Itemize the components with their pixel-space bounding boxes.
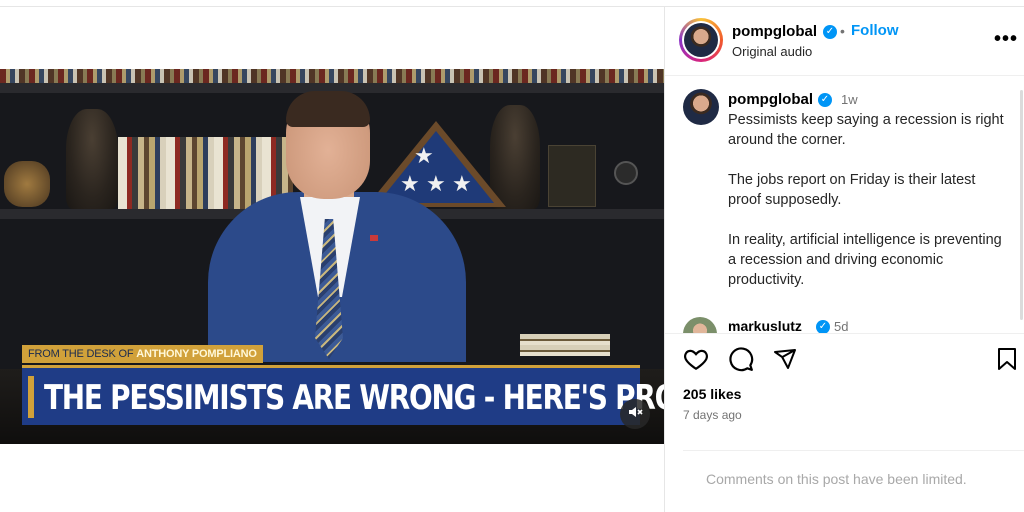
flag-star: ★ <box>400 171 420 196</box>
caption-username[interactable]: pompglobal <box>728 91 813 108</box>
desk-book-stack <box>520 334 610 356</box>
banner-title: THE PESSIMISTS ARE WRONG - HERE'S PROOF. <box>44 378 664 418</box>
like-button[interactable] <box>682 347 710 375</box>
panel-divider <box>664 6 665 512</box>
post-video[interactable]: ★ ★ ★ ★ FROM THE DESK OF ANTHONY POMPLIA… <box>0 69 664 444</box>
caption-paragraph: In reality, artificial intelligence is p… <box>728 232 1002 288</box>
banner-kicker-name: ANTHONY POMPLIANO <box>136 348 257 360</box>
separator-dot: • <box>840 23 845 39</box>
speaker-muted-icon <box>627 404 643 425</box>
caption-avatar[interactable] <box>683 89 719 125</box>
desk-globe <box>614 161 638 185</box>
boxed-book <box>548 145 596 207</box>
comments-scrollbar[interactable] <box>1020 90 1023 320</box>
share-icon <box>773 347 797 376</box>
comments-divider <box>683 450 1024 451</box>
verified-badge-icon: ✓ <box>816 320 830 333</box>
avatar-image <box>684 23 718 57</box>
caption-paragraph: The jobs report on Friday is their lates… <box>728 172 976 208</box>
comment-avatar[interactable] <box>683 317 717 333</box>
caption-paragraph: Pessimists keep saying a recession is ri… <box>728 112 1004 148</box>
flag-star: ★ <box>452 171 472 196</box>
flag-star: ★ <box>414 143 434 168</box>
actions-divider <box>665 333 1024 334</box>
heart-icon <box>683 346 709 377</box>
banner-title-bar: THE PESSIMISTS ARE WRONG - HERE'S PROOF. <box>22 365 664 425</box>
caption-text: Pessimists keep saying a recession is ri… <box>728 110 1004 310</box>
save-button[interactable] <box>993 347 1021 375</box>
comment-username[interactable]: markuslutz <box>728 318 802 333</box>
mute-button[interactable] <box>620 399 650 429</box>
presenter-hair <box>286 91 370 127</box>
header-username[interactable]: pompglobal <box>732 23 817 40</box>
more-options-icon[interactable]: ••• <box>994 28 1018 51</box>
comment-icon <box>728 346 754 377</box>
flag-pin <box>370 235 378 241</box>
likes-count[interactable]: 205 likes <box>683 386 741 402</box>
share-button[interactable] <box>771 347 799 375</box>
caption-time: 1w <box>841 92 858 107</box>
verified-badge-icon: ✓ <box>823 25 837 39</box>
comment-time: 5d <box>834 319 849 333</box>
comment-row: markuslutz ✓ 5d <box>665 314 1020 333</box>
bookshelf-top-row <box>0 69 664 83</box>
comment-button[interactable] <box>727 346 755 377</box>
bookmark-icon <box>996 347 1018 376</box>
banner-accent-bar <box>28 376 34 418</box>
original-audio-link[interactable]: Original audio <box>732 44 812 59</box>
gold-ornament <box>4 161 50 207</box>
banner-kicker: FROM THE DESK OF ANTHONY POMPLIANO <box>22 345 263 363</box>
follow-button[interactable]: Follow <box>851 22 899 39</box>
comments-limited-notice: Comments on this post have been limited. <box>706 471 967 487</box>
flag-star: ★ <box>426 171 446 196</box>
profile-avatar[interactable] <box>679 18 723 62</box>
verified-badge-icon: ✓ <box>818 93 832 107</box>
bust-statue <box>66 109 118 209</box>
post-date[interactable]: 7 days ago <box>683 408 742 422</box>
banner-kicker-prefix: FROM THE DESK OF <box>28 348 134 360</box>
